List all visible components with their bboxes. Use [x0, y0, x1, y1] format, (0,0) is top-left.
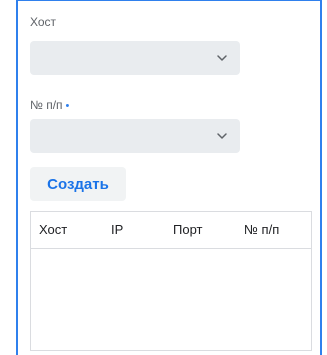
column-header-ip[interactable]: IP — [111, 222, 123, 237]
table-body — [31, 249, 311, 351]
host-label: Хост — [30, 15, 57, 29]
host-select[interactable] — [30, 41, 240, 75]
column-header-order[interactable]: № п/п — [244, 222, 279, 237]
order-label: № п/п • — [30, 98, 69, 112]
required-indicator: • — [65, 100, 70, 112]
column-header-host[interactable]: Хост — [39, 222, 67, 237]
column-header-port[interactable]: Порт — [173, 222, 202, 237]
order-select[interactable] — [30, 119, 240, 153]
chevron-down-icon — [217, 133, 227, 139]
chevron-down-icon — [217, 55, 227, 61]
table-header: Хост IP Порт № п/п — [31, 212, 311, 249]
hosts-table: Хост IP Порт № п/п — [30, 211, 312, 351]
order-label-text: № п/п — [30, 98, 63, 112]
form-panel: Хост № п/п • Создать Хост IP Порт № п/п — [16, 0, 322, 355]
create-button[interactable]: Создать — [30, 167, 126, 201]
